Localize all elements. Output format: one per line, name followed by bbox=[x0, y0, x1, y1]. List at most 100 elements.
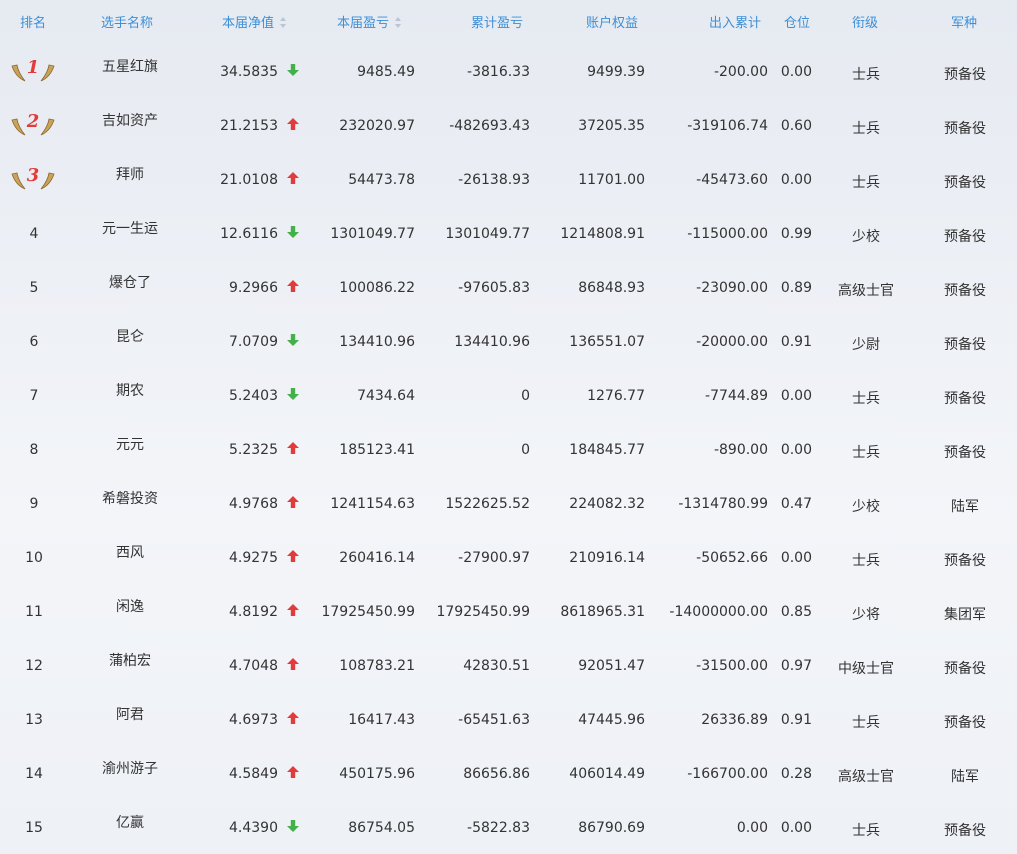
player-name-link[interactable]: 元一生运 bbox=[102, 218, 158, 238]
branch-value: 预备役 bbox=[944, 553, 986, 569]
branch-value: 集团军 bbox=[944, 607, 986, 623]
player-name-link[interactable]: 吉如资产 bbox=[102, 110, 158, 130]
rank-number: 4 bbox=[29, 226, 39, 242]
table-row: 13 阿君 4.6973 16417.43 -65451.63 47445.96 26336… bbox=[0, 688, 1017, 742]
position-value: 0.47 bbox=[780, 496, 812, 512]
player-name-link[interactable]: 昆仑 bbox=[116, 326, 144, 346]
arrow-up-icon bbox=[287, 658, 299, 670]
nav-value: 4.4390 bbox=[229, 820, 278, 836]
cumulative-pnl-value: -3816.33 bbox=[467, 64, 530, 80]
cumulative-pnl-value: -26138.93 bbox=[458, 172, 530, 188]
branch-value: 预备役 bbox=[944, 121, 986, 137]
rank-title: 士兵 bbox=[852, 391, 880, 407]
player-name-link[interactable]: 希磐投资 bbox=[102, 488, 158, 508]
cumulative-pnl-value: -27900.97 bbox=[458, 550, 530, 566]
header-equity: 账户权益 bbox=[586, 16, 639, 31]
player-name-link[interactable]: 闲逸 bbox=[116, 596, 144, 616]
cumulative-pnl-value: 134410.96 bbox=[454, 334, 530, 350]
sort-icon[interactable] bbox=[280, 16, 287, 29]
nav-value: 7.0709 bbox=[229, 334, 278, 350]
arrow-up-icon bbox=[287, 712, 299, 724]
equity-value: 1276.77 bbox=[587, 388, 645, 404]
position-value: 0.91 bbox=[780, 334, 812, 350]
player-name-link[interactable]: 元元 bbox=[116, 434, 144, 454]
player-name-link[interactable]: 拜师 bbox=[116, 164, 144, 184]
player-name-link[interactable]: 五星红旗 bbox=[102, 56, 158, 76]
table-row: 14 渝州游子 4.5849 450175.96 86656.86 406014.49 -1… bbox=[0, 742, 1017, 796]
player-name-link[interactable]: 阿君 bbox=[116, 704, 144, 724]
rank-number: 3 bbox=[27, 165, 40, 186]
position-value: 0.28 bbox=[780, 766, 812, 782]
equity-value: 11701.00 bbox=[578, 172, 645, 188]
position-value: 0.85 bbox=[780, 604, 812, 620]
rank-number: 14 bbox=[25, 766, 43, 782]
arrow-up-icon bbox=[287, 280, 299, 292]
cumulative-pnl-value: 86656.86 bbox=[463, 766, 530, 782]
rank-number: 5 bbox=[29, 280, 39, 296]
player-name-link[interactable]: 蒲柏宏 bbox=[109, 650, 151, 670]
nav-value: 9.2966 bbox=[229, 280, 278, 296]
header-title: 衔级 bbox=[852, 16, 879, 31]
pnl-value: 100086.22 bbox=[339, 280, 415, 296]
header-nav[interactable]: 本届净值 bbox=[222, 12, 287, 31]
table-row: 4 元一生运 12.6116 1301049.77 1301049.77 1214808.… bbox=[0, 202, 1017, 256]
rank-number: 13 bbox=[25, 712, 43, 728]
flow-value: -50652.66 bbox=[696, 550, 768, 566]
player-name-link[interactable]: 爆仓了 bbox=[109, 272, 151, 292]
rank-title: 士兵 bbox=[852, 823, 880, 839]
flow-value: -20000.00 bbox=[696, 334, 768, 350]
player-name-link[interactable]: 期农 bbox=[116, 380, 144, 400]
header-name: 选手名称 bbox=[101, 16, 154, 31]
equity-value: 92051.47 bbox=[578, 658, 645, 674]
branch-value: 预备役 bbox=[944, 445, 986, 461]
branch-value: 预备役 bbox=[944, 229, 986, 245]
arrow-up-icon bbox=[287, 766, 299, 778]
flow-value: -166700.00 bbox=[687, 766, 768, 782]
flow-value: -890.00 bbox=[713, 442, 768, 458]
cumulative-pnl-value: 17925450.99 bbox=[436, 604, 530, 620]
flow-value: -7744.89 bbox=[705, 388, 768, 404]
pnl-value: 185123.41 bbox=[339, 442, 415, 458]
arrow-up-icon bbox=[287, 118, 299, 130]
table-row: 1 五星红旗 34.5835 9485.49 -3816.33 9499.39 -200.0… bbox=[0, 40, 1017, 94]
rank-title: 中级士官 bbox=[838, 661, 894, 677]
cumulative-pnl-value: -482693.43 bbox=[449, 118, 530, 134]
table-row: 7 期农 5.2403 7434.64 0 1276.77 -7744.89 0.00 士兵 预备… bbox=[0, 364, 1017, 418]
player-name-link[interactable]: 西风 bbox=[116, 542, 144, 562]
rank-number: 12 bbox=[25, 658, 43, 674]
player-name-link[interactable]: 亿赢 bbox=[116, 812, 144, 832]
header-position: 仓位 bbox=[784, 16, 811, 31]
nav-value: 4.8192 bbox=[229, 604, 278, 620]
branch-value: 预备役 bbox=[944, 67, 986, 83]
header-rank: 排名 bbox=[20, 16, 47, 31]
arrow-up-icon bbox=[287, 442, 299, 454]
position-value: 0.00 bbox=[780, 64, 812, 80]
nav-value: 4.7048 bbox=[229, 658, 278, 674]
rank-title: 少尉 bbox=[852, 337, 880, 353]
flow-value: -115000.00 bbox=[687, 226, 768, 242]
equity-value: 9499.39 bbox=[587, 64, 645, 80]
nav-value: 4.5849 bbox=[229, 766, 278, 782]
arrow-down-icon bbox=[287, 334, 299, 346]
sort-icon[interactable] bbox=[395, 16, 402, 29]
rank-number: 8 bbox=[29, 442, 39, 458]
cumulative-pnl-value: 0 bbox=[521, 388, 530, 404]
table-row: 10 西风 4.9275 260416.14 -27900.97 210916.14 -50… bbox=[0, 526, 1017, 580]
arrow-up-icon bbox=[287, 604, 299, 616]
equity-value: 136551.07 bbox=[569, 334, 645, 350]
position-value: 0.00 bbox=[780, 820, 812, 836]
branch-value: 预备役 bbox=[944, 661, 986, 677]
nav-value: 4.9768 bbox=[229, 496, 278, 512]
equity-value: 86848.93 bbox=[578, 280, 645, 296]
rank-title: 士兵 bbox=[852, 67, 880, 83]
rank-number: 1 bbox=[27, 57, 40, 78]
table-row: 6 昆仑 7.0709 134410.96 134410.96 136551.07 -200… bbox=[0, 310, 1017, 364]
player-name-link[interactable]: 渝州游子 bbox=[102, 758, 158, 778]
equity-value: 210916.14 bbox=[569, 550, 645, 566]
branch-value: 陆军 bbox=[951, 769, 979, 785]
pnl-value: 260416.14 bbox=[339, 550, 415, 566]
header-pnl[interactable]: 本届盈亏 bbox=[337, 12, 402, 31]
arrow-down-icon bbox=[287, 226, 299, 238]
pnl-value: 232020.97 bbox=[339, 118, 415, 134]
position-value: 0.91 bbox=[780, 712, 812, 728]
